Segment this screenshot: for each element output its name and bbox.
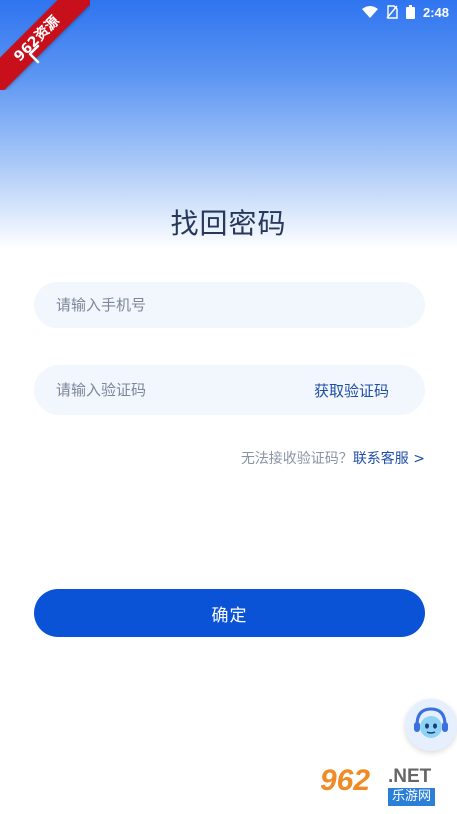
get-code-button[interactable]: 获取验证码 <box>314 380 425 401</box>
watermark-logo-site: 乐游网 <box>388 788 436 806</box>
watermark-logo-number: 962 <box>320 764 371 797</box>
help-question: 无法接收验证码？ <box>240 451 353 467</box>
no-sim-icon <box>386 5 398 19</box>
find-password-screen: 2:48 962资源 找回密码 获取验证码 无法接收验证码？联系客服 > 确定 <box>0 0 457 814</box>
status-time: 2:48 <box>422 4 449 20</box>
code-field: 获取验证码 <box>34 364 425 416</box>
help-row: 无法接收验证码？联系客服 > <box>241 448 425 468</box>
status-bar: 2:48 <box>361 0 457 24</box>
contact-support-link[interactable]: 联系客服 > <box>353 451 425 467</box>
back-button[interactable] <box>22 44 46 68</box>
page-title: 找回密码 <box>170 207 287 240</box>
battery-icon <box>405 5 415 19</box>
verification-code-input[interactable] <box>34 364 314 416</box>
phone-input[interactable] <box>34 281 425 329</box>
phone-field <box>34 281 425 329</box>
customer-service-icon <box>411 703 451 747</box>
customer-service-button[interactable] <box>405 699 457 751</box>
watermark-logo: 962 .NET 乐游网 <box>318 764 452 810</box>
watermark-logo-net: .NET <box>388 766 432 787</box>
confirm-button[interactable]: 确定 <box>34 589 425 637</box>
chevron-left-icon <box>27 44 41 68</box>
wifi-icon <box>361 6 378 18</box>
